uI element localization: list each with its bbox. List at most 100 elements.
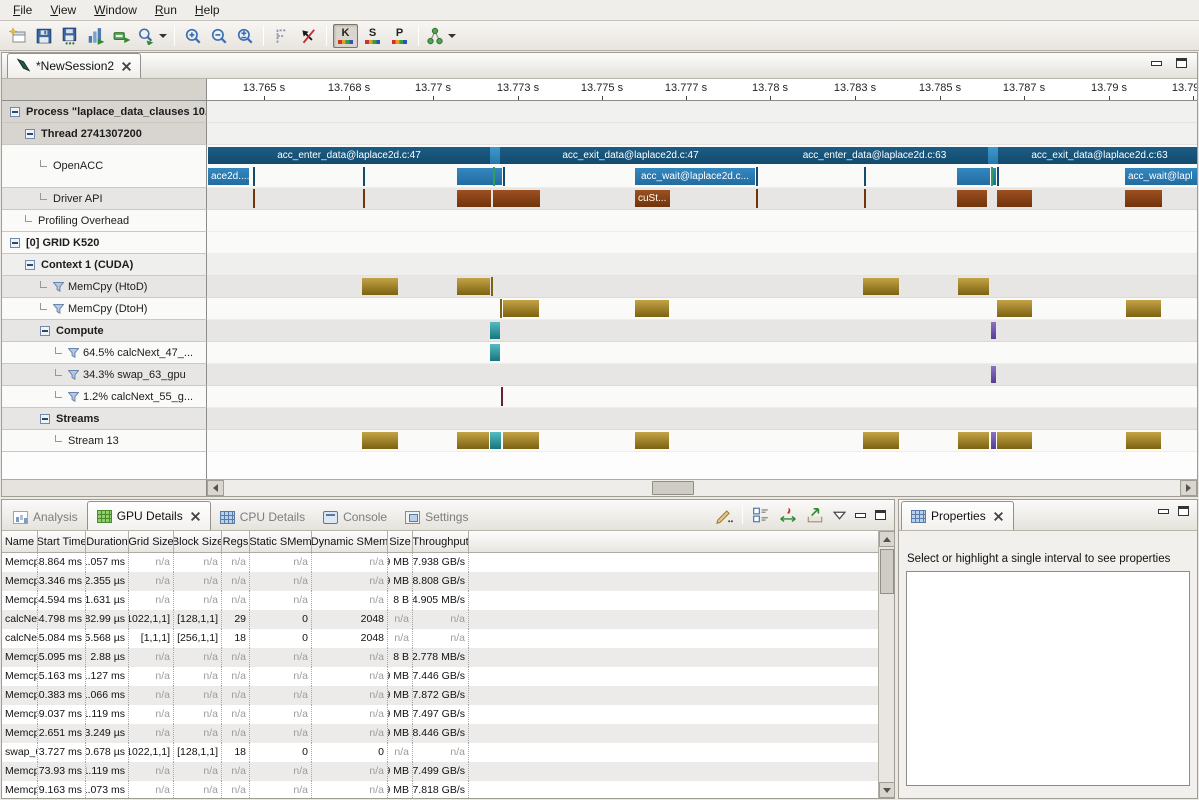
dropdown-caret-icon[interactable]: [448, 34, 456, 38]
tree-item-openacc[interactable]: OpenACC: [2, 145, 207, 188]
menu-item-help[interactable]: Help: [186, 1, 229, 19]
timeline-tick[interactable]: [363, 189, 365, 208]
timeline-interval[interactable]: ace2d....: [208, 168, 249, 185]
timeline-tick[interactable]: [756, 189, 758, 208]
guided-analysis-button[interactable]: [425, 24, 457, 48]
import-session-button[interactable]: [110, 24, 134, 48]
close-tab-icon[interactable]: [121, 61, 132, 72]
table-row[interactable]: Memcp155.163 ms1.127 msn/an/an/an/an/a9 …: [2, 667, 878, 686]
timeline-interval[interactable]: [503, 432, 539, 449]
tab-cpu-details[interactable]: CPU Details: [211, 504, 314, 530]
timeline-interval[interactable]: acc_wait@lapl: [1125, 168, 1197, 185]
timeline-interval[interactable]: [457, 168, 493, 185]
table-row[interactable]: calcNe155.084 ms5.568 µs[1,1,1][256,1,1]…: [2, 629, 878, 648]
reset-view-button[interactable]: [296, 24, 320, 48]
collapse-icon[interactable]: [25, 260, 35, 270]
table-vscrollbar[interactable]: [878, 531, 894, 798]
tree-item-compute[interactable]: Compute: [2, 320, 207, 342]
filter-icon[interactable]: [53, 282, 64, 292]
table-row[interactable]: Memcp173.93 ms1.119 msn/an/an/an/an/a9 M…: [2, 762, 878, 781]
table-row[interactable]: Memcp160.383 ms1.066 msn/an/an/an/an/a9 …: [2, 686, 878, 705]
column-header-regs[interactable]: Regs: [222, 531, 250, 552]
timeline-interval[interactable]: [1125, 190, 1162, 207]
column-header-name[interactable]: Name: [2, 531, 38, 552]
scroll-up-icon[interactable]: [879, 531, 894, 547]
timeline-interval[interactable]: [490, 432, 501, 449]
timeline-interval[interactable]: [490, 147, 500, 164]
timeline-interval[interactable]: [362, 432, 398, 449]
timeline-interval[interactable]: [457, 278, 490, 295]
timeline-tick[interactable]: [864, 167, 866, 186]
timeline-tick[interactable]: [253, 167, 255, 186]
timeline-interval[interactable]: [991, 366, 996, 383]
timeline-interval[interactable]: [958, 432, 989, 449]
colorize-kernels-button[interactable]: K: [333, 24, 358, 48]
collapse-icon[interactable]: [40, 326, 50, 336]
timeline-interval[interactable]: [490, 322, 500, 339]
close-properties-icon[interactable]: [993, 511, 1004, 522]
maximize-panel-icon[interactable]: [875, 510, 886, 520]
timeline-interval[interactable]: [988, 147, 998, 164]
tree-item-profiling-overhead[interactable]: Profiling Overhead: [2, 210, 207, 232]
tree-item-kernel-swap-63[interactable]: 34.3% swap_63_gpu: [2, 364, 207, 386]
colorize-processes-button[interactable]: P: [387, 24, 412, 48]
table-row[interactable]: Memcp155.095 ms2.88 µsn/an/an/an/an/a8 B…: [2, 648, 878, 667]
table-row[interactable]: Memcp154.594 ms1.631 µsn/an/an/an/an/a8 …: [2, 591, 878, 610]
timeline-interval[interactable]: [362, 278, 398, 295]
menu-item-file[interactable]: File: [4, 1, 41, 19]
table-row[interactable]: Memcp179.163 ms1.073 msn/an/an/an/an/a9 …: [2, 781, 878, 798]
table-row[interactable]: Memcp172.651 ms93.249 µsn/an/an/an/an/a9…: [2, 724, 878, 743]
tree-item-kernel-calcnext-47[interactable]: 64.5% calcNext_47_...: [2, 342, 207, 364]
scroll-right-icon[interactable]: [1180, 480, 1197, 496]
tree-item-thread[interactable]: Thread 2741307200: [2, 123, 207, 145]
timeline-tick[interactable]: [253, 189, 255, 208]
timeline-interval[interactable]: [495, 168, 502, 185]
timeline-interval[interactable]: acc_exit_data@laplace2d.c:47: [500, 147, 761, 164]
menu-item-view[interactable]: View: [41, 1, 85, 19]
tab-newsession2[interactable]: *NewSession2: [7, 53, 141, 78]
hscroll-track[interactable]: [207, 480, 1197, 496]
goto-marker-button[interactable]: [270, 24, 294, 48]
timeline-interval[interactable]: [993, 168, 996, 185]
timeline-interval[interactable]: [958, 278, 989, 295]
timeline-interval[interactable]: [991, 322, 996, 339]
timeline-interval[interactable]: [457, 432, 489, 449]
tab-analysis[interactable]: Analysis: [4, 504, 87, 530]
colorize-streams-button[interactable]: S: [360, 24, 385, 48]
timeline-interval[interactable]: [635, 300, 669, 317]
table-row[interactable]: Memcp169.037 ms1.119 msn/an/an/an/an/a9 …: [2, 705, 878, 724]
timeline-interval[interactable]: [863, 278, 899, 295]
timeline-tick[interactable]: [501, 387, 503, 406]
timeline-tick[interactable]: [503, 167, 505, 186]
column-header-block-size[interactable]: Block Size: [174, 531, 222, 552]
timeline-interval[interactable]: [635, 432, 669, 449]
tree-item-streams[interactable]: Streams: [2, 408, 207, 430]
zoom-fit-button[interactable]: [233, 24, 257, 48]
filter-icon[interactable]: [68, 370, 79, 380]
column-header-grid-size[interactable]: Grid Size: [129, 531, 174, 552]
tab-settings[interactable]: Settings: [396, 504, 477, 530]
timeline-tick[interactable]: [756, 167, 758, 186]
table-row[interactable]: calcNe154.798 ms282.99 µs[1022,1,1][128,…: [2, 610, 878, 629]
table-row[interactable]: Memcp153.346 ms52.355 µsn/an/an/an/an/a9…: [2, 572, 878, 591]
minimize-properties-icon[interactable]: [1158, 509, 1169, 514]
timeline-interval[interactable]: [1126, 300, 1161, 317]
edit-annotation-icon[interactable]: [715, 506, 733, 524]
filter-icon[interactable]: [53, 304, 64, 314]
profile-application-button[interactable]: [84, 24, 108, 48]
fit-columns-icon[interactable]: [779, 506, 797, 524]
filter-icon[interactable]: [68, 392, 79, 402]
tab-gpu-details[interactable]: GPU Details: [87, 501, 211, 530]
menu-item-window[interactable]: Window: [85, 1, 146, 19]
tab-properties[interactable]: Properties: [901, 501, 1014, 530]
tree-item-context-1-cuda[interactable]: Context 1 (CUDA): [2, 254, 207, 276]
timeline-interval[interactable]: [957, 168, 990, 185]
dropdown-caret-icon[interactable]: [159, 34, 167, 38]
collapse-icon[interactable]: [10, 238, 20, 248]
tree-item-driver-api[interactable]: Driver API: [2, 188, 207, 210]
zoom-out-button[interactable]: [207, 24, 231, 48]
minimize-icon[interactable]: [1151, 61, 1162, 66]
column-header-duration[interactable]: Duration: [86, 531, 129, 552]
tree-item-grid-k520[interactable]: [0] GRID K520: [2, 232, 207, 254]
minimize-panel-icon[interactable]: [855, 513, 866, 518]
